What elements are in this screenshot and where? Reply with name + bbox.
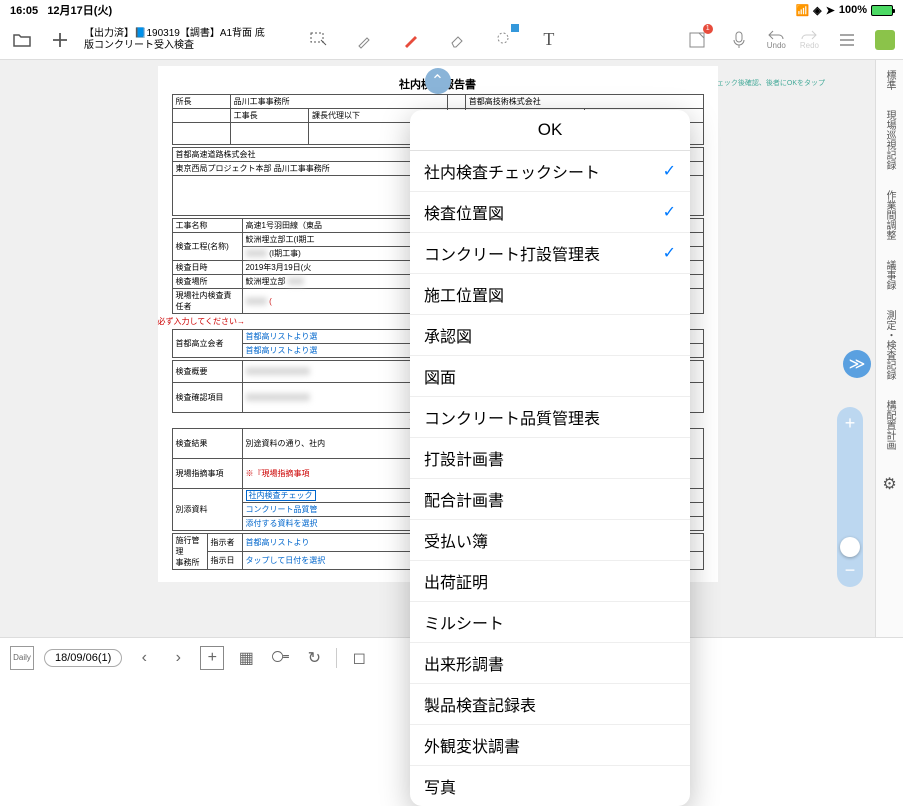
status-time: 16:05 (10, 5, 38, 17)
mic-icon[interactable] (725, 26, 753, 54)
app-icon[interactable] (875, 30, 895, 50)
dropdown-item-10[interactable]: 出荷証明 (410, 561, 690, 602)
add-page-icon[interactable]: + (200, 646, 224, 670)
dropdown-item-15[interactable]: 写真 (410, 766, 690, 806)
sidebar-tab-0[interactable]: 標準 (882, 70, 897, 90)
signal-icon: 📶 (795, 4, 809, 17)
dropdown-ok-button[interactable]: OK (410, 110, 690, 151)
zoom-thumb[interactable] (840, 537, 860, 557)
sidebar-tab-4[interactable]: 測定・検査記録 (882, 310, 897, 380)
dropdown-item-7[interactable]: 打設計画書 (410, 438, 690, 479)
top-toolbar: 【出力済】📘190319【調書】A1背面 底 版コンクリート受入検査 T 1 U… (0, 20, 903, 60)
check-icon: ✓ (663, 243, 676, 263)
battery-pct: 100% (839, 4, 867, 16)
dropdown-item-12[interactable]: 出来形調書 (410, 643, 690, 684)
add-icon[interactable] (46, 26, 74, 54)
check-icon: ✓ (663, 202, 676, 222)
eraser-icon[interactable] (443, 26, 471, 54)
menu-icon[interactable] (833, 26, 861, 54)
document-title: 【出力済】📘190319【調書】A1背面 底 版コンクリート受入検査 (84, 28, 265, 52)
dropdown-item-4[interactable]: 承認図 (410, 315, 690, 356)
zoom-out-button[interactable]: − (845, 560, 856, 581)
comment-icon[interactable]: ◻ (347, 646, 371, 670)
search-doc-icon[interactable]: ⧃ (268, 646, 292, 670)
dropdown-item-3[interactable]: 施工位置図 (410, 274, 690, 315)
folder-icon[interactable] (8, 26, 36, 54)
wifi-icon: ◈ (813, 4, 821, 17)
redo-bottom-icon[interactable]: ↻ (302, 646, 326, 670)
dropdown-item-1[interactable]: 検査位置図✓ (410, 192, 690, 233)
check-icon: ✓ (663, 161, 676, 181)
undo-button[interactable]: Undo (767, 29, 786, 50)
location-icon: ➤ (826, 4, 835, 17)
status-date: 12月17日(火) (47, 5, 112, 17)
lasso-icon[interactable] (489, 26, 517, 54)
calendar-icon[interactable]: ▦ (234, 646, 258, 670)
zoom-in-button[interactable]: + (845, 413, 856, 434)
sidebar-tab-1[interactable]: 現場巡視記録 (882, 110, 897, 170)
dropdown-item-11[interactable]: ミルシート (410, 602, 690, 643)
sidebar-tab-3[interactable]: 議事録 (882, 260, 897, 290)
dropdown-item-0[interactable]: 社内検査チェックシート✓ (410, 151, 690, 192)
dropdown-item-5[interactable]: 図面 (410, 356, 690, 397)
dropdown-item-13[interactable]: 製品検査記録表 (410, 684, 690, 725)
dropdown-item-14[interactable]: 外観変状調書 (410, 725, 690, 766)
sidebar-settings-icon[interactable]: ⚙ (876, 470, 903, 498)
date-selector[interactable]: 18/09/06(1) (44, 649, 122, 667)
battery-icon (871, 5, 893, 16)
daily-icon[interactable]: Daily (10, 646, 34, 670)
attachment-dropdown: OK 社内検査チェックシート✓検査位置図✓コンクリート打設管理表✓施工位置図承認… (410, 110, 690, 806)
dropdown-item-2[interactable]: コンクリート打設管理表✓ (410, 233, 690, 274)
chevron-up-icon[interactable]: ⌃ (425, 68, 451, 94)
redo-button[interactable]: Redo (800, 29, 819, 50)
sidebar-tab-5[interactable]: 構配置計画 (882, 400, 897, 450)
text-tool-icon[interactable]: T (535, 26, 563, 54)
zoom-slider[interactable]: + − (837, 407, 863, 587)
notification-icon[interactable]: 1 (683, 26, 711, 54)
prev-icon[interactable]: ‹ (132, 646, 156, 670)
eyedropper-icon[interactable] (351, 26, 379, 54)
next-icon[interactable]: › (166, 646, 190, 670)
select-tool-icon[interactable] (305, 26, 333, 54)
dropdown-item-9[interactable]: 受払い簿 (410, 520, 690, 561)
dropdown-item-8[interactable]: 配合計画書 (410, 479, 690, 520)
sidebar-tab-2[interactable]: 作業間調整 (882, 190, 897, 240)
pen-icon[interactable] (397, 26, 425, 54)
chevron-right-icon[interactable]: ≫ (843, 350, 871, 378)
status-bar: 16:05 12月17日(火) 📶 ◈ ➤ 100% (0, 0, 903, 20)
dropdown-item-6[interactable]: コンクリート品質管理表 (410, 397, 690, 438)
right-sidebar: 標準 現場巡視記録 作業間調整 議事録 測定・検査記録 構配置計画 ⚙ (875, 60, 903, 637)
